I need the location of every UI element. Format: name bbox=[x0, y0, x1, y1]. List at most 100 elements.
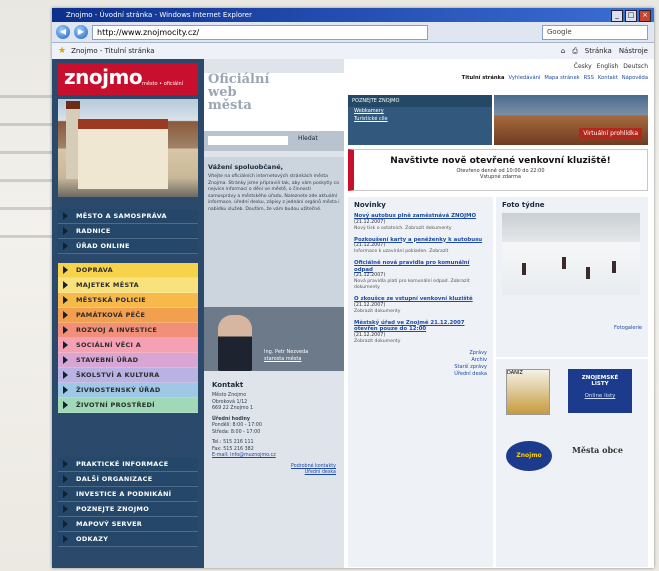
arrow-icon bbox=[63, 535, 68, 543]
tools-menu[interactable]: Nástroje bbox=[619, 47, 648, 56]
ad-mesta-obce[interactable]: Města obce bbox=[572, 445, 632, 469]
window-controls: _ □ × bbox=[611, 10, 651, 22]
search-input[interactable]: Google bbox=[542, 24, 648, 40]
arrow-icon bbox=[63, 281, 68, 289]
nav-item[interactable]: POZNEJTE ZNOJMO bbox=[58, 502, 198, 517]
nav-item-department[interactable]: STAVEBNÍ ÚŘAD bbox=[58, 353, 198, 368]
nav-item[interactable]: MAPOVÝ SERVER bbox=[58, 517, 198, 532]
tab-znojmo[interactable]: Znojmo - Titulní stránka bbox=[71, 47, 155, 55]
arrow-icon bbox=[63, 371, 68, 379]
home-icon[interactable]: ⌂ bbox=[561, 47, 565, 56]
news-more-link[interactable]: Archiv bbox=[354, 357, 487, 364]
url-input[interactable]: http://www.znojmocity.cz/ bbox=[92, 24, 428, 40]
contact-link[interactable]: Kontakt bbox=[598, 75, 618, 81]
maximize-icon[interactable]: □ bbox=[625, 10, 637, 22]
news-item: Oficiálně nová pravidla pro komunální od… bbox=[354, 260, 487, 291]
arrow-icon bbox=[63, 356, 68, 364]
promo-banner[interactable]: Navštivte nově otevřené venkovní kluzišt… bbox=[348, 149, 648, 191]
detailed-contacts-link[interactable]: Podrobné kontakty bbox=[291, 464, 336, 469]
lang-de[interactable]: Deutsch bbox=[623, 63, 648, 70]
site-search-button[interactable]: Hledat bbox=[298, 135, 318, 142]
arrow-icon bbox=[63, 227, 68, 235]
arrow-icon bbox=[63, 242, 68, 250]
print-icon[interactable]: ⎙ bbox=[572, 47, 578, 56]
news-more-link[interactable]: Úřední deska bbox=[354, 371, 487, 378]
browser-titlebar: Znojmo - Úvodní stránka - Windows Intern… bbox=[52, 8, 654, 22]
gallery-link[interactable]: Fotogalerie bbox=[502, 325, 642, 331]
nav-item-department[interactable]: MAJETEK MĚSTA bbox=[58, 278, 198, 293]
ad-daniz[interactable]: DANIZ bbox=[506, 369, 550, 415]
webcam-link[interactable]: Webkamery bbox=[348, 107, 492, 115]
nav-item[interactable]: RADNICE bbox=[58, 224, 198, 239]
lang-en[interactable]: English bbox=[597, 63, 619, 70]
nav-item-department[interactable]: PAMÁTKOVÁ PÉČE bbox=[58, 308, 198, 323]
page-menu[interactable]: Stránka bbox=[585, 47, 612, 56]
nav-item-department[interactable]: MĚSTSKÁ POLICIE bbox=[58, 293, 198, 308]
znojmo-website: znojmo město • oficiální MĚSTO A SAMOSPR… bbox=[52, 59, 654, 568]
command-bar: ⌂ ⎙ Stránka Nástroje bbox=[561, 47, 654, 56]
ad-znojmo[interactable]: Znojmo bbox=[506, 441, 552, 471]
house-shape bbox=[78, 119, 168, 189]
nav-item-department[interactable]: SOCIÁLNÍ VĚCI A ZDRAVOTNICTVÍ bbox=[58, 338, 198, 363]
official-board-link[interactable]: Úřední deska bbox=[305, 470, 336, 475]
nav-item-department[interactable]: ŽIVOTNÍ PROSTŘEDÍ bbox=[58, 398, 198, 413]
virtual-tour-banner[interactable]: Virtuální prohlídka bbox=[494, 95, 648, 145]
back-icon[interactable]: ◀ bbox=[56, 25, 70, 39]
nav-item[interactable]: ÚŘAD ONLINE bbox=[58, 239, 198, 254]
site-search-input[interactable] bbox=[208, 136, 288, 145]
lang-cz[interactable]: Česky bbox=[574, 63, 592, 70]
language-switcher: Česky English Deutsch bbox=[574, 63, 648, 70]
news-heading: Novinky bbox=[354, 201, 386, 209]
news-more-link[interactable]: Zprávy bbox=[354, 350, 487, 357]
quick-links-box: POZNEJTE ZNOJMO Webkamery Turistické cíl… bbox=[348, 95, 492, 145]
help-link[interactable]: Nápověda bbox=[622, 75, 648, 81]
photo-of-week: Foto týdne Fotogalerie bbox=[496, 197, 648, 357]
arrow-icon bbox=[63, 311, 68, 319]
search-link[interactable]: Vyhledávání bbox=[509, 75, 541, 81]
news-item: Pozkoušení karty a peněženky k autobusu(… bbox=[354, 237, 487, 256]
browser-window: Znojmo - Úvodní stránka - Windows Intern… bbox=[52, 8, 654, 568]
arrow-icon bbox=[63, 341, 68, 349]
arrow-icon bbox=[63, 296, 68, 304]
news-body: Nový tisk o ostatních. Zobrazit dokument… bbox=[354, 225, 452, 231]
nav-top: MĚSTO A SAMOSPRÁVA RADNICE ÚŘAD ONLINE bbox=[58, 209, 198, 254]
nav-item[interactable]: ODKAZY bbox=[58, 532, 198, 547]
nav-item[interactable]: INVESTICE A PODNIKÁNÍ bbox=[58, 487, 198, 502]
arrow-icon bbox=[63, 386, 68, 394]
browser-title: Znojmo - Úvodní stránka - Windows Intern… bbox=[66, 11, 252, 19]
forward-icon[interactable]: ▶ bbox=[74, 25, 88, 39]
news-body: Nová pravidla platí pro komunální odpad.… bbox=[354, 279, 470, 290]
nav-item-department[interactable]: DOPRAVA bbox=[58, 263, 198, 278]
contact-email-link[interactable]: E-mail: info@muznojmo.cz bbox=[212, 453, 276, 458]
news-more-link[interactable]: Starší zprávy bbox=[354, 364, 487, 371]
right-area: Česky English Deutsch Titulní stránka Vy… bbox=[344, 59, 654, 568]
home-link[interactable]: Titulní stránka bbox=[462, 75, 505, 81]
news-title[interactable]: O zkoušce ze vstupní venkovní kluziště bbox=[354, 296, 487, 303]
tourist-link[interactable]: Turistické cíle bbox=[348, 115, 492, 123]
news-body: Informace k uzavírání pokladen. Zobrazit bbox=[354, 249, 449, 254]
ad-znojemske-listy[interactable]: ZNOJEMSKÉ LISTY Online listy bbox=[568, 369, 632, 413]
nav-item[interactable]: PRAKTICKÉ INFORMACE bbox=[58, 457, 198, 472]
nav-item-department[interactable]: ROZVOJ A INVESTICE bbox=[58, 323, 198, 338]
contact-address: Město Znojmo Obroková 1/12 669 22 Znojmo… bbox=[212, 393, 254, 411]
news-title[interactable]: Nový autobus plně zaměstnává ZNOJMO bbox=[354, 213, 487, 220]
znojmo-logo[interactable]: znojmo město • oficiální bbox=[58, 63, 198, 95]
news-title[interactable]: Městský úřad ve Znojmě 21.12.2007 otevře… bbox=[354, 320, 487, 333]
news-item: Nový autobus plně zaměstnává ZNOJMO (21.1… bbox=[354, 213, 487, 232]
sitemap-link[interactable]: Mapa stránek bbox=[544, 75, 579, 81]
nav-item-department[interactable]: ŽIVNOSTENSKÝ ÚŘAD bbox=[58, 383, 198, 398]
logo-subtitle: město • oficiální bbox=[142, 81, 184, 87]
contact-hours: Úřední hodiny Pondělí: 8:00 - 17:00 Stře… bbox=[212, 416, 262, 435]
nav-item-department[interactable]: ŠKOLSTVÍ A KULTURA bbox=[58, 368, 198, 383]
close-icon[interactable]: × bbox=[639, 10, 651, 22]
left-column: znojmo město • oficiální MĚSTO A SAMOSPR… bbox=[52, 59, 204, 568]
minimize-icon[interactable]: _ bbox=[611, 10, 623, 22]
news-title[interactable]: Oficiálně nová pravidla pro komunální od… bbox=[354, 260, 487, 273]
arrow-icon bbox=[63, 266, 68, 274]
contact-links: Podrobné kontakty Úřední deska bbox=[212, 464, 336, 477]
rss-link[interactable]: RSS bbox=[584, 75, 594, 81]
nav-item[interactable]: MĚSTO A SAMOSPRÁVA bbox=[58, 209, 198, 224]
skating-photo[interactable] bbox=[502, 213, 640, 295]
favorites-star-icon[interactable]: ★ bbox=[58, 46, 66, 56]
nav-item[interactable]: DALŠÍ ORGANIZACE bbox=[58, 472, 198, 487]
